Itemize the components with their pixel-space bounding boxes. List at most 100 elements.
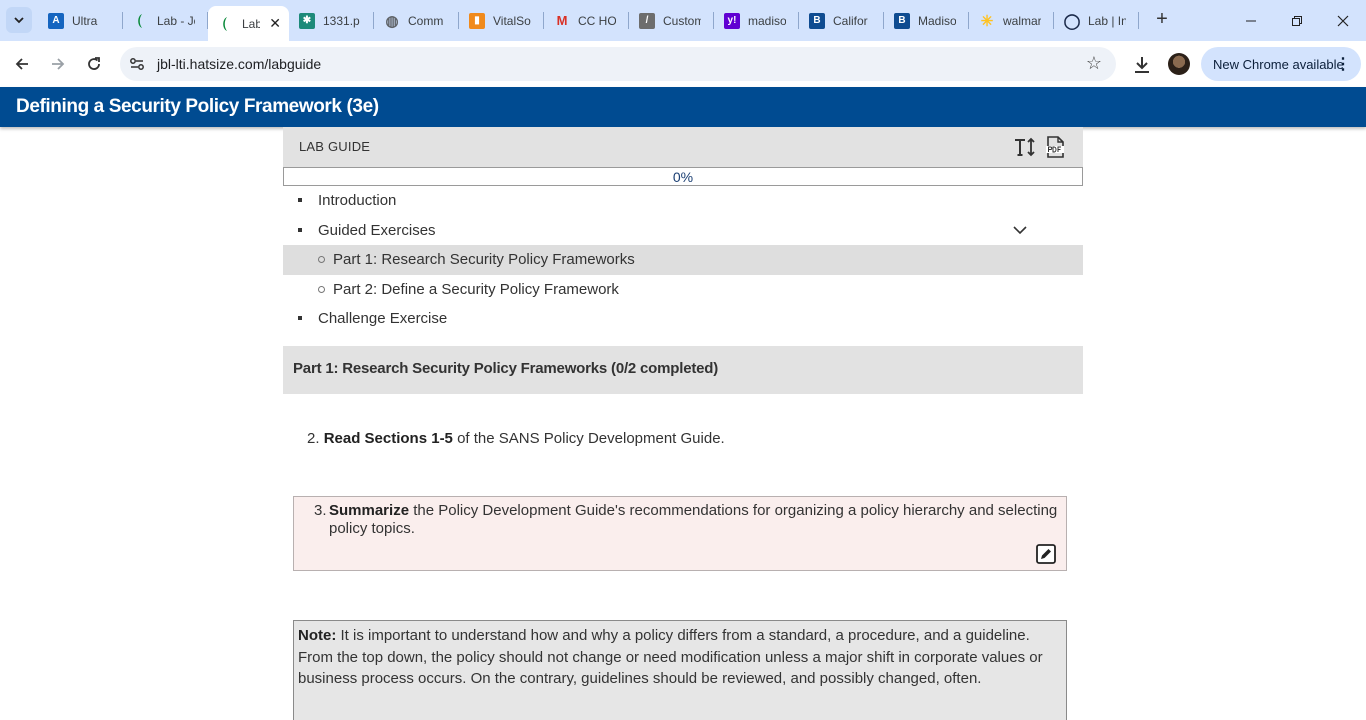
browser-tab[interactable]: ✱ 1331.p [289, 0, 374, 41]
toc-item[interactable]: Introduction [283, 186, 1083, 216]
app-header: Defining a Security Policy Framework (3e… [0, 87, 1366, 127]
progress-bar: 0% [283, 167, 1083, 186]
new-tab-button[interactable]: + [1150, 8, 1174, 32]
browser-tab[interactable]: ◯ Lab | In [1054, 0, 1139, 41]
tab-search-button[interactable] [6, 7, 32, 33]
profile-avatar[interactable] [1168, 53, 1190, 75]
table-of-contents: Introduction Guided Exercises Part 1: Rese… [283, 186, 1083, 334]
lab-leaf-icon [133, 13, 149, 29]
bing-b-icon: B [894, 12, 910, 29]
forward-button[interactable] [43, 49, 73, 79]
toc-item-label: Part 1: Research Security Policy Framewo… [333, 251, 635, 269]
back-button[interactable] [7, 49, 37, 79]
chevron-down-icon[interactable] [1012, 222, 1028, 238]
walmart-spark-icon: ✳ [980, 12, 994, 30]
toc-item-label: Challenge Exercise [318, 310, 448, 328]
tab-title: Custom [663, 13, 701, 28]
tab-title: madiso [748, 13, 786, 28]
progress-percent: 0% [672, 169, 694, 185]
browser-tab[interactable]: B Madiso [884, 0, 969, 41]
close-window-button[interactable] [1320, 0, 1366, 41]
lab-leaf-icon [218, 16, 234, 32]
address-bar[interactable]: jbl-lti.hatsize.com/labguide ☆ [120, 47, 1116, 81]
toc-item[interactable]: Part 1: Research Security Policy Framewo… [283, 245, 1083, 275]
globe-icon: ◍ [385, 12, 399, 30]
tab-title: CC HOA [578, 13, 616, 28]
chevron-down-icon [14, 17, 24, 24]
bookmark-star-icon[interactable]: ☆ [1086, 53, 1102, 74]
tab-title: walmar [1003, 13, 1041, 28]
reload-icon [88, 57, 100, 70]
minimize-icon [1246, 20, 1256, 21]
browser-tab[interactable]: ▮ VitalSo [459, 0, 544, 41]
pdf-icon[interactable] [1043, 135, 1067, 159]
browser-tab[interactable]: B Califor [799, 0, 884, 41]
browser-toolbar: jbl-lti.hatsize.com/labguide ☆ New Chrom… [0, 41, 1366, 87]
page-title: Defining a Security Policy Framework (3e… [16, 96, 379, 117]
close-icon [1337, 15, 1349, 26]
browser-tab[interactable]: M CC HOA [544, 0, 629, 41]
note-box: Note: It is important to understand how … [293, 620, 1067, 720]
gmail-icon: M [556, 13, 568, 28]
toc-item[interactable]: Part 2: Define a Security Policy Framewo… [283, 275, 1083, 305]
browser-tab[interactable]: ✳ walmar [969, 0, 1054, 41]
toc-item-label: Introduction [318, 192, 397, 210]
browser-tab[interactable]: Lab - Jo [123, 0, 208, 41]
step-bold-text: Read Sections 1-5 [323, 430, 453, 447]
download-icon[interactable] [1130, 53, 1154, 77]
blackboard-ultra-icon: A [48, 12, 64, 29]
step-text: of the SANS Policy Development Guide. [452, 430, 725, 447]
spreadsheet-icon: ✱ [299, 12, 315, 29]
toc-item[interactable]: Challenge Exercise [283, 304, 1083, 334]
slash-icon: / [639, 12, 655, 29]
yahoo-icon: y! [724, 12, 740, 29]
window-controls [1228, 0, 1366, 41]
step-bold-text: Summarize [329, 502, 410, 519]
section-header: Part 1: Research Security Policy Framewo… [283, 346, 1083, 394]
toc-item-label: Part 2: Define a Security Policy Framewo… [333, 280, 619, 298]
step-item: 3. Summarize the Policy Development Guid… [314, 502, 1059, 538]
lab-guide-label: LAB GUIDE [299, 139, 371, 154]
circle-logo-icon: ◯ [1063, 12, 1081, 30]
browser-tab[interactable]: Lab ✕ [208, 6, 289, 41]
text-size-icon[interactable] [1013, 135, 1037, 159]
tab-close-icon[interactable]: ✕ [269, 15, 281, 32]
vitalsource-icon: ▮ [469, 12, 485, 29]
tab-title: Califor [833, 13, 868, 28]
browser-tab[interactable]: ◍ Comm [374, 0, 459, 41]
arrow-left-icon [15, 58, 28, 70]
edit-icon[interactable] [1036, 544, 1056, 564]
lab-guide-panel: LAB GUIDE 0% Introduction Guided Exercise… [283, 127, 1083, 720]
browser-tab[interactable]: y! madiso [714, 0, 799, 41]
tab-title: Ultra [72, 13, 98, 28]
tab-separator [1138, 12, 1139, 29]
tab-list: AUltraLab - JoLab✕✱1331.p◍Comm▮VitalSoMC… [38, 0, 1139, 41]
restore-icon [1292, 15, 1302, 26]
tab-title: Lab | In [1088, 13, 1126, 28]
tab-title: VitalSo [493, 13, 531, 28]
tab-title: Madiso [918, 13, 956, 28]
step-text: the Policy Development Guide's recommend… [329, 502, 1058, 537]
step-answer-box: 3. Summarize the Policy Development Guid… [293, 496, 1067, 571]
tab-title: 1331.p [323, 13, 360, 28]
chrome-update-label: New Chrome available [1213, 56, 1344, 72]
step-number: 3. [314, 502, 327, 519]
tab-title: Lab - Jo [157, 13, 195, 28]
site-settings-icon[interactable] [128, 55, 146, 73]
minimize-button[interactable] [1228, 0, 1274, 41]
section-title: Part 1: Research Security Policy Framewo… [293, 360, 719, 377]
browser-tab[interactable]: A Ultra [38, 0, 123, 41]
restore-button[interactable] [1274, 0, 1320, 41]
note-text-block: Note: It is important to understand how … [298, 625, 1058, 690]
tab-title: Lab [242, 16, 260, 31]
browser-tab[interactable]: / Custom [629, 0, 714, 41]
toc-item-label: Guided Exercises [318, 221, 436, 239]
note-text: It is important to understand how and wh… [298, 627, 1043, 687]
more-vert-icon[interactable]: ⋮ [1335, 54, 1351, 74]
arrow-right-icon [52, 58, 65, 70]
step-number: 2. [307, 430, 320, 447]
chrome-update-button[interactable]: New Chrome available ⋮ [1201, 47, 1361, 81]
toc-item[interactable]: Guided Exercises [283, 216, 1083, 246]
reload-button[interactable] [79, 49, 109, 79]
url-text[interactable]: jbl-lti.hatsize.com/labguide [157, 56, 321, 72]
